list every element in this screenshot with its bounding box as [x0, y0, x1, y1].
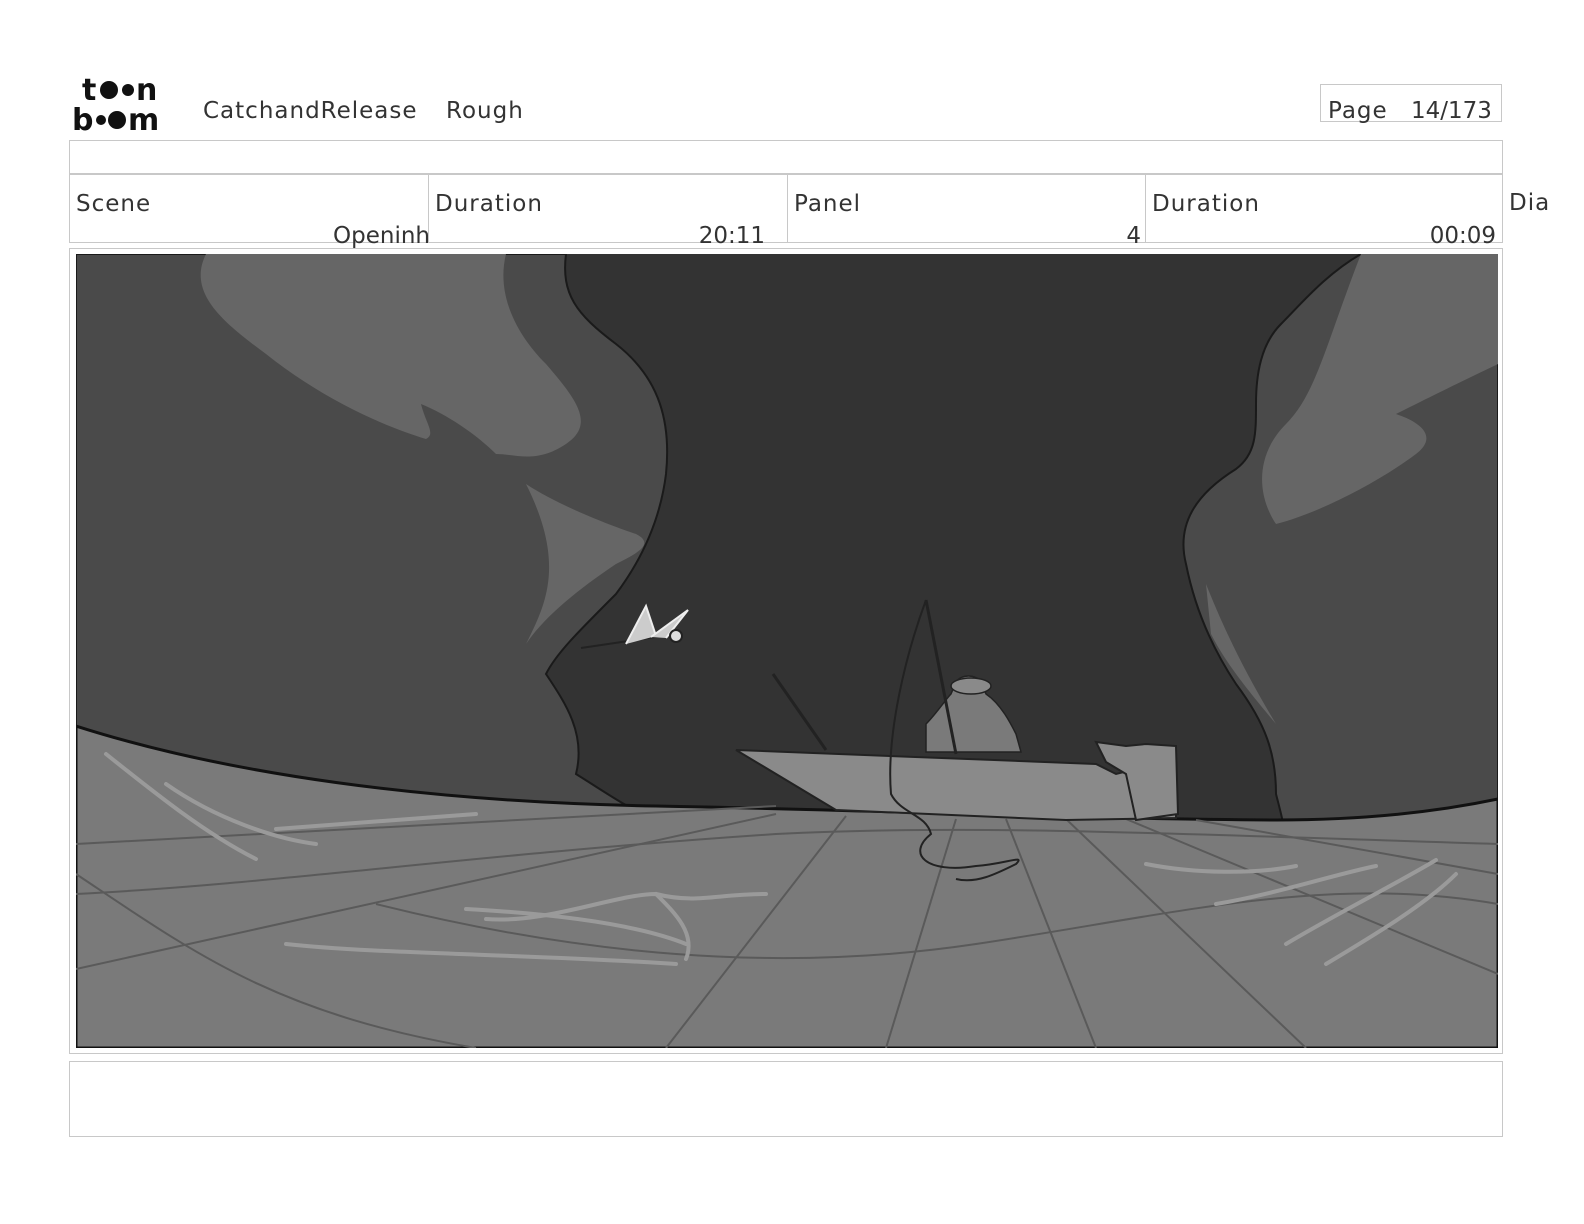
scene-label: Scene: [76, 191, 152, 217]
panel-duration-cell: Duration 00:09: [1145, 174, 1503, 249]
dialogue-label: Dia: [1509, 190, 1551, 216]
scene-duration-value: 20:11: [698, 223, 765, 249]
storyboard-panel-image: [74, 253, 1500, 1050]
scene-duration-label: Duration: [435, 191, 543, 217]
panel-info-row: Scene Openinh Duration 20:11 Panel 4 Dur…: [69, 174, 1503, 249]
toonboom-logo: t n b m: [72, 70, 182, 138]
svg-text:b: b: [72, 103, 93, 134]
svg-text:m: m: [128, 103, 159, 134]
notes-area: [69, 1061, 1503, 1137]
page-number: 14/173: [1411, 98, 1492, 124]
panel-duration-label: Duration: [1152, 191, 1260, 217]
scene-value: Openinh: [333, 223, 430, 249]
header-band: [69, 140, 1503, 174]
page-label: Page: [1328, 98, 1388, 124]
scene-duration-cell: Duration 20:11: [428, 174, 787, 249]
panel-cell: Panel 4: [787, 174, 1145, 249]
panel-label: Panel: [794, 191, 862, 217]
scene-cell: Scene Openinh: [69, 174, 430, 249]
panel-duration-value: 00:09: [1429, 223, 1496, 249]
project-name: CatchandRelease: [203, 98, 418, 124]
stage-name: Rough: [446, 98, 524, 124]
panel-value: 4: [1126, 223, 1141, 249]
